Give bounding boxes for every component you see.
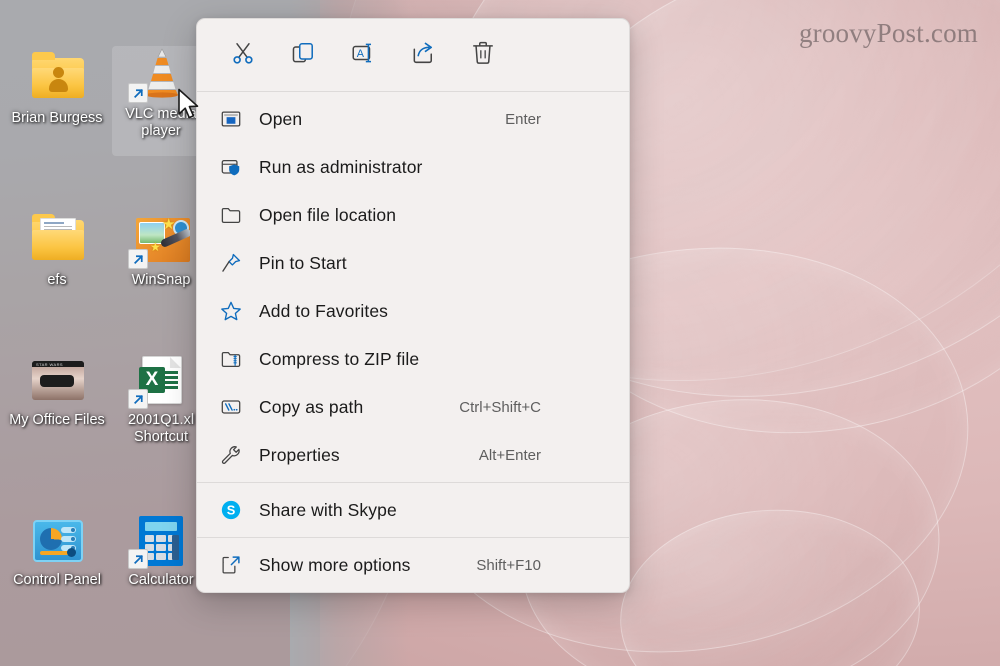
menu-item-properties[interactable]: Properties Alt+Enter [197, 431, 629, 479]
menu-item-accelerator: Shift+F10 [476, 556, 541, 574]
menu-item-label: Run as administrator [259, 156, 423, 177]
user-folder-icon [26, 50, 88, 106]
excel-file-icon: X [128, 352, 192, 409]
menu-item-open-file-location[interactable]: Open file location [197, 191, 629, 239]
pin-icon [215, 247, 247, 279]
menu-item-label: Open file location [259, 204, 397, 225]
shortcut-arrow-icon [128, 249, 148, 269]
menu-item-add-to-favorites[interactable]: Add to Favorites [197, 287, 629, 335]
svg-text:S: S [227, 503, 236, 518]
calculator-icon [128, 512, 192, 569]
site-watermark: groovyPost.com [798, 18, 978, 48]
shield-folder-icon [215, 151, 247, 183]
menu-item-label: Properties [259, 444, 340, 465]
share-button[interactable] [395, 34, 451, 76]
menu-item-compress-to-zip[interactable]: Compress to ZIP file [197, 335, 629, 383]
shortcut-arrow-icon [128, 549, 148, 569]
menu-item-label: Compress to ZIP file [259, 348, 420, 369]
folder-with-document-icon [26, 212, 88, 268]
menu-group-share: S Share with Skype [197, 483, 629, 537]
menu-item-label: Show more options [259, 554, 411, 575]
star-icon [215, 295, 247, 327]
menu-item-label: Pin to Start [259, 252, 347, 273]
rename-button[interactable]: A [335, 34, 391, 76]
delete-button[interactable] [455, 34, 511, 76]
cut-button[interactable] [215, 34, 271, 76]
desktop-icon-label: Brian Burgess [11, 110, 103, 126]
desktop-icon-control-panel[interactable]: Control Panel [8, 512, 106, 589]
menu-item-label: Open [259, 108, 303, 129]
menu-item-run-as-administrator[interactable]: Run as administrator [197, 143, 629, 191]
menu-group-primary: Open Enter Run as administrator Open fil… [197, 92, 629, 482]
trash-icon [470, 40, 496, 71]
wrench-icon [215, 439, 247, 471]
menu-item-copy-as-path[interactable]: Copy as path Ctrl+Shift+C [197, 383, 629, 431]
desktop-icon-label: VLC media player [125, 106, 197, 139]
shortcut-arrow-icon [128, 389, 148, 409]
winsnap-icon: ★ ★ [128, 212, 192, 269]
scissors-icon [230, 40, 256, 71]
zip-folder-icon [215, 343, 247, 375]
copy-button[interactable] [275, 34, 331, 76]
svg-text:A: A [357, 47, 365, 59]
desktop-icon-label: Calculator [128, 572, 194, 588]
desktop-icon-efs[interactable]: efs [8, 212, 106, 289]
desktop-icon-label: WinSnap [131, 272, 191, 288]
vlc-cone-svg [146, 48, 178, 98]
menu-item-accelerator: Ctrl+Shift+C [459, 398, 541, 416]
desktop-icon-label: Control Panel [13, 572, 101, 588]
control-panel-icon [26, 512, 88, 568]
context-menu-toolbar[interactable]: A [197, 19, 629, 91]
vlc-cone-icon [128, 46, 192, 103]
menu-item-label: Add to Favorites [259, 300, 389, 321]
desktop-icon-label: My Office Files [9, 412, 105, 428]
menu-item-accelerator: Enter [505, 110, 541, 128]
shortcut-arrow-icon [128, 83, 148, 103]
stormtrooper-folder-icon: STAR WARS [26, 352, 88, 408]
menu-item-label: Share with Skype [259, 499, 397, 520]
skype-icon: S [215, 494, 247, 526]
menu-group-more: Show more options Shift+F10 [197, 538, 629, 592]
share-icon [410, 40, 436, 71]
desktop-icon-label: 2001Q1.xl Shortcut [127, 412, 195, 445]
menu-item-open[interactable]: Open Enter [197, 95, 629, 143]
open-window-icon [215, 103, 247, 135]
menu-item-accelerator: Alt+Enter [478, 446, 541, 464]
menu-item-pin-to-start[interactable]: Pin to Start [197, 239, 629, 287]
menu-item-label: Copy as path [259, 396, 364, 417]
rename-icon: A [350, 40, 376, 71]
copy-path-icon [215, 391, 247, 423]
copy-icon [290, 40, 316, 71]
more-options-icon [215, 549, 247, 581]
folder-icon [215, 199, 247, 231]
context-menu[interactable]: A Open Enter Run as administrator Open f… [196, 18, 630, 593]
desktop[interactable]: groovyPost.com Brian Burgess VLC media p… [0, 0, 1000, 666]
desktop-icon-brian-burgess[interactable]: Brian Burgess [8, 50, 106, 127]
desktop-icon-label: efs [47, 272, 67, 288]
desktop-icon-my-office-files[interactable]: STAR WARS My Office Files [8, 352, 106, 429]
menu-item-show-more-options[interactable]: Show more options Shift+F10 [197, 541, 629, 589]
menu-item-share-with-skype[interactable]: S Share with Skype [197, 486, 629, 534]
